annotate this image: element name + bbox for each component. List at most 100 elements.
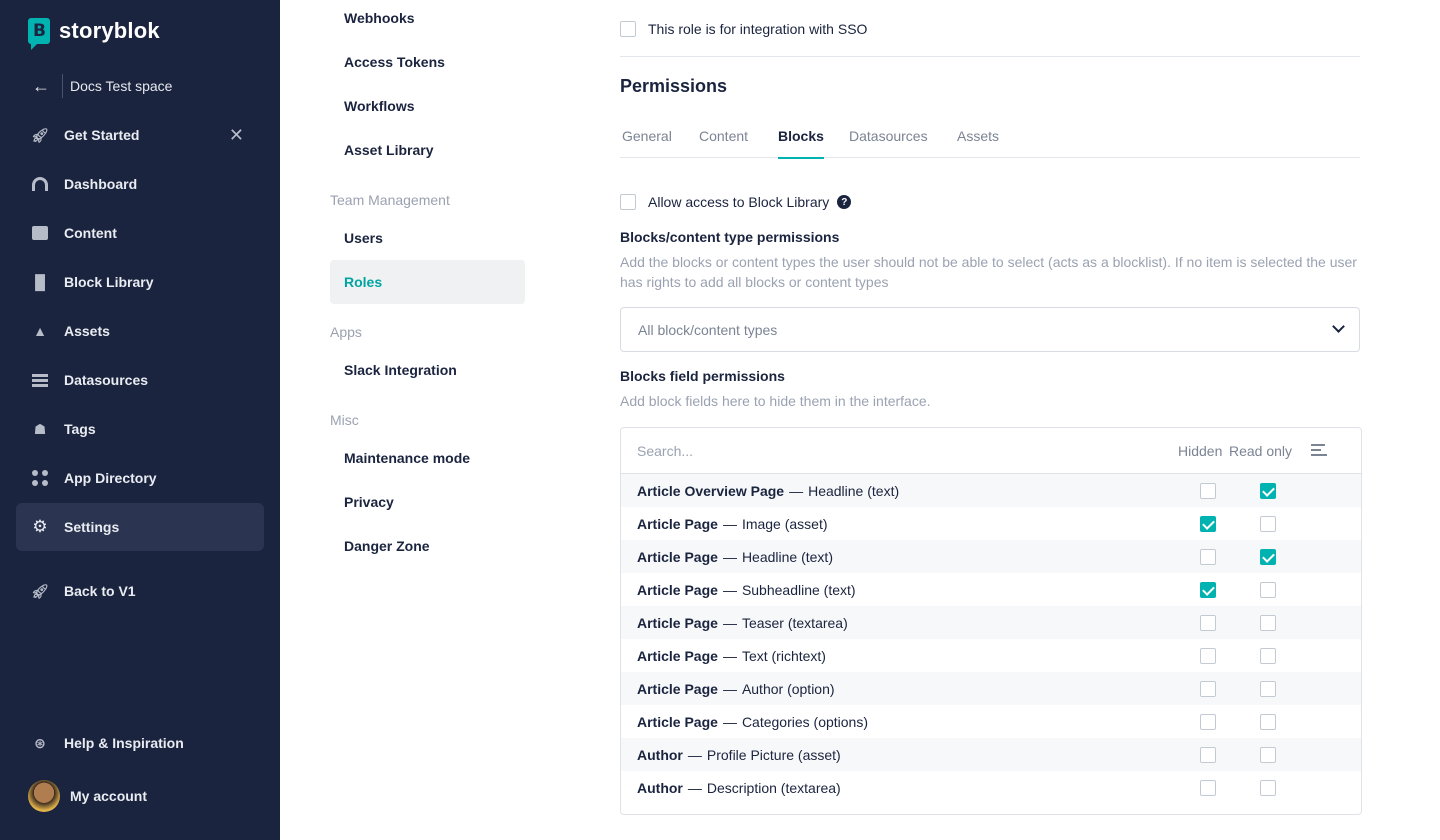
read-only-checkbox[interactable] (1260, 615, 1276, 631)
storyblok-logo-icon (28, 18, 50, 50)
read-only-checkbox[interactable] (1260, 582, 1276, 598)
sidebar-item-label: Get Started (64, 127, 140, 143)
block-type-select[interactable]: All block/content types (620, 307, 1360, 352)
hidden-checkbox[interactable] (1200, 549, 1216, 565)
sidebar-item-dashboard[interactable]: Dashboard (16, 160, 264, 208)
hidden-checkbox[interactable] (1200, 615, 1216, 631)
field-permissions-description: Add block fields here to hide them in th… (620, 393, 931, 409)
tab-content[interactable]: Content (699, 128, 748, 158)
sidebar-item-my-account[interactable]: My account (16, 772, 264, 820)
sidebar-item-label: App Directory (64, 470, 157, 486)
hidden-checkbox[interactable] (1200, 681, 1216, 697)
subnav-item-danger-zone[interactable]: Danger Zone (330, 524, 525, 568)
read-only-checkbox[interactable] (1260, 516, 1276, 532)
sidebar-item-label: Back to V1 (64, 583, 136, 599)
tab-datasources[interactable]: Datasources (849, 128, 928, 158)
dash-separator: — (687, 746, 702, 763)
subnav-item-asset-library[interactable]: Asset Library (330, 128, 525, 172)
block-name: Article Page (637, 581, 718, 598)
subnav-item-roles[interactable]: Roles (330, 260, 525, 304)
tab-assets[interactable]: Assets (957, 128, 999, 158)
dash-separator: — (722, 581, 737, 598)
assets-icon: ▲ (33, 323, 47, 339)
dash-separator: — (722, 680, 737, 697)
sidebar-item-back-to-v1[interactable]: 🚀︎ Back to V1 (16, 567, 264, 615)
space-switcher[interactable]: ← Docs Test space (32, 70, 172, 102)
sidebar-item-app-directory[interactable]: App Directory (16, 454, 264, 502)
subnav-item-slack-integration[interactable]: Slack Integration (330, 348, 525, 392)
read-only-checkbox[interactable] (1260, 681, 1276, 697)
sidebar-item-content[interactable]: Content (16, 209, 264, 257)
subnav-item-workflows[interactable]: Workflows (330, 84, 525, 128)
dash-separator: — (722, 548, 737, 565)
field-permissions-title: Blocks field permissions (620, 368, 785, 384)
lifebuoy-icon: ⊛ (34, 734, 46, 751)
sidebar-item-block-library[interactable]: ▐▌ Block Library (16, 258, 264, 306)
read-only-checkbox[interactable] (1260, 780, 1276, 796)
sidebar-item-datasources[interactable]: Datasources (16, 356, 264, 404)
sidebar-item-assets[interactable]: ▲ Assets (16, 307, 264, 355)
subnav-item-maintenance-mode[interactable]: Maintenance mode (330, 436, 525, 480)
block-name: Article Page (637, 713, 718, 730)
read-only-checkbox[interactable] (1260, 549, 1276, 565)
subnav-item-webhooks[interactable]: Webhooks (330, 0, 525, 40)
table-row: Article Page — Categories (options) (621, 705, 1361, 738)
sso-option[interactable]: This role is for integration with SSO (620, 21, 867, 37)
table-row: Article Page — Teaser (textarea) (621, 606, 1361, 639)
hidden-checkbox[interactable] (1200, 747, 1216, 763)
help-icon[interactable]: ? (837, 195, 852, 209)
datasources-icon (31, 371, 49, 389)
hidden-checkbox[interactable] (1200, 516, 1216, 532)
subnav-heading-apps: Apps (330, 324, 362, 340)
gear-icon: ⚙ (32, 517, 48, 536)
sort-filter-icon[interactable] (1311, 444, 1327, 456)
subnav-item-access-tokens[interactable]: Access Tokens (330, 40, 525, 84)
dash-separator: — (722, 614, 737, 631)
brand-name: storyblok (59, 18, 160, 43)
sidebar-item-label: Datasources (64, 372, 149, 388)
sso-checkbox[interactable] (620, 21, 636, 37)
space-name: Docs Test space (70, 78, 173, 94)
storyblok-logo[interactable]: storyblok (28, 18, 160, 50)
dash-separator: — (722, 713, 737, 730)
space-divider (62, 74, 63, 98)
sidebar-item-settings[interactable]: ⚙ Settings (16, 503, 264, 551)
hidden-checkbox[interactable] (1200, 582, 1216, 598)
arrow-left-icon[interactable]: ← (32, 76, 52, 97)
subnav-item-privacy[interactable]: Privacy (330, 480, 525, 524)
content-icon (31, 224, 49, 242)
subnav-item-users[interactable]: Users (330, 216, 525, 260)
dashboard-icon (31, 175, 49, 193)
column-header-hidden: Hidden (1178, 443, 1223, 459)
hidden-checkbox[interactable] (1200, 714, 1216, 730)
subnav-heading-team: Team Management (330, 192, 450, 208)
search-input[interactable] (637, 440, 1037, 462)
sidebar-item-help[interactable]: ⊛ Help & Inspiration (16, 719, 264, 767)
permissions-tabs: General Content Blocks Datasources Asset… (620, 120, 1360, 159)
field-name: Author (option) (741, 680, 835, 697)
avatar (28, 780, 60, 812)
read-only-checkbox[interactable] (1260, 483, 1276, 499)
blocks-permissions-title: Blocks/content type permissions (620, 229, 840, 245)
sidebar-item-tags[interactable]: ☗ Tags (16, 405, 264, 453)
read-only-checkbox[interactable] (1260, 747, 1276, 763)
table-row: Article Page — Image (asset) (621, 507, 1361, 540)
allow-block-library-option[interactable]: Allow access to Block Library ? (620, 194, 852, 210)
hidden-checkbox[interactable] (1200, 648, 1216, 664)
block-name: Author (637, 779, 683, 796)
read-only-checkbox[interactable] (1260, 714, 1276, 730)
permissions-title: Permissions (620, 76, 728, 96)
tab-general[interactable]: General (622, 128, 672, 158)
hidden-checkbox[interactable] (1200, 780, 1216, 796)
field-name: Subheadline (text) (741, 581, 856, 598)
sidebar-item-get-started[interactable]: 🚀︎ Get Started ✕ (16, 111, 264, 159)
field-permissions-table: Hidden Read only Article Overview Page—H… (620, 427, 1362, 815)
close-icon[interactable]: ✕ (229, 125, 244, 146)
allow-block-library-checkbox[interactable] (620, 194, 636, 210)
block-name: Author (637, 746, 683, 763)
sidebar-item-label: Content (64, 225, 117, 241)
tab-blocks[interactable]: Blocks (778, 128, 824, 159)
block-name: Article Overview Page (637, 482, 785, 499)
read-only-checkbox[interactable] (1260, 648, 1276, 664)
hidden-checkbox[interactable] (1200, 483, 1216, 499)
